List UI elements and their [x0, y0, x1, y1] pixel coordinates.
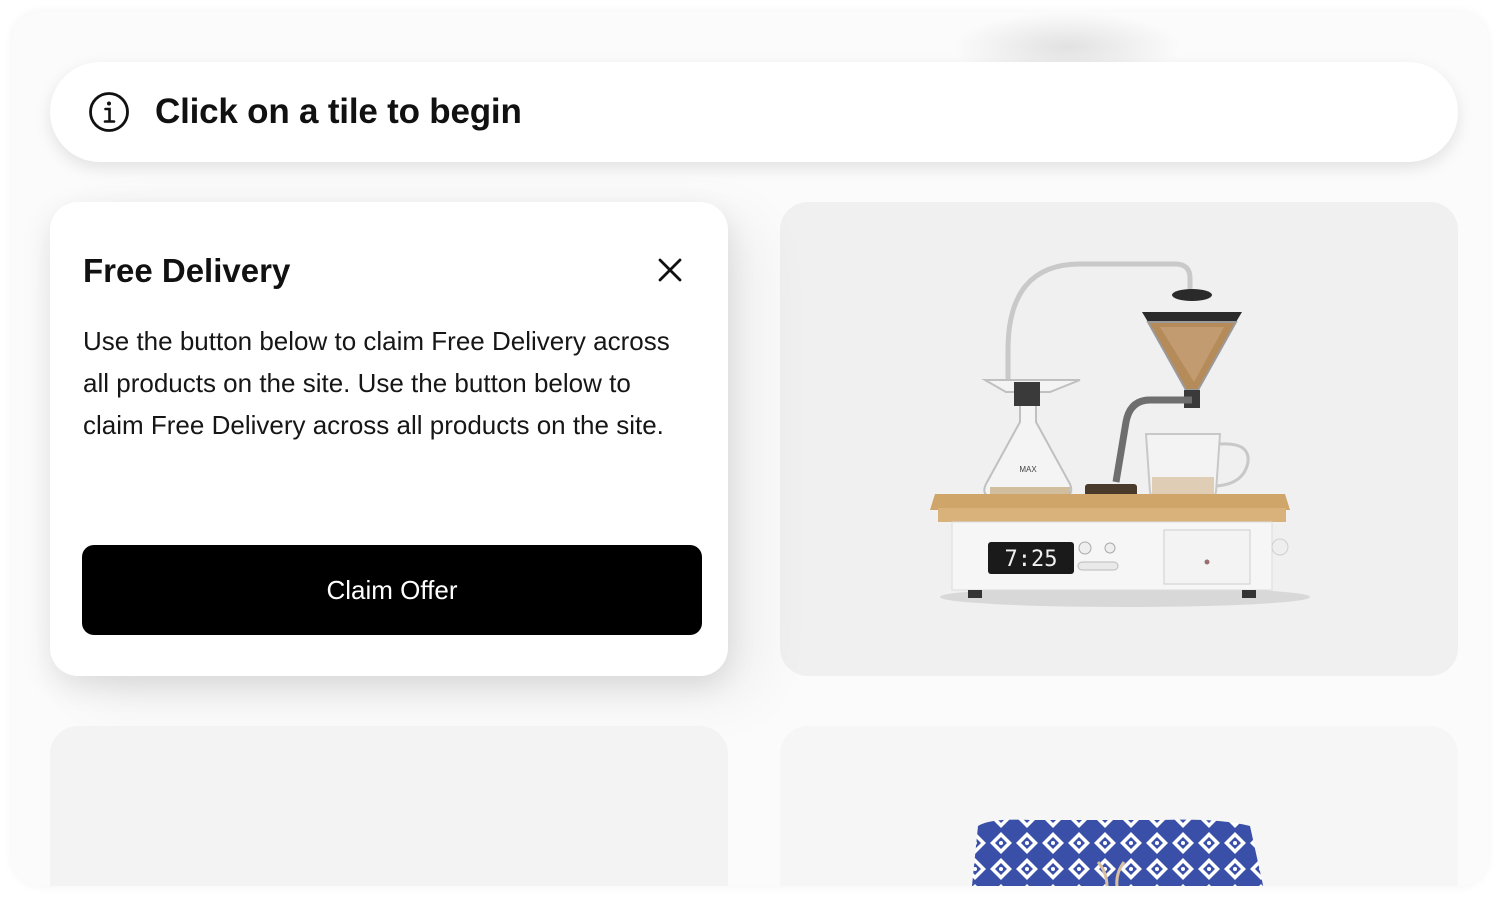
close-icon[interactable] [652, 252, 688, 288]
svg-text:MAX: MAX [1019, 465, 1037, 474]
info-icon [89, 92, 129, 132]
banner-title: Click on a tile to begin [155, 92, 522, 131]
patterned-shorts-image [972, 819, 1264, 886]
app-frame: Click on a tile to begin MAX 7:25 Free D… [12, 12, 1488, 886]
instruction-banner: Click on a tile to begin [50, 62, 1458, 162]
product-tile-shorts[interactable] [780, 726, 1458, 886]
claim-offer-button[interactable]: Claim Offer [82, 545, 702, 635]
offer-description: Use the button below to claim Free Deliv… [83, 326, 670, 440]
clock-display: 7:25 [1005, 547, 1058, 572]
product-tile-coffee[interactable]: MAX 7:25 [780, 202, 1458, 676]
offer-card: Free Delivery Use the button below to cl… [50, 202, 728, 676]
product-tile-empty[interactable] [50, 726, 728, 886]
offer-heading: Free Delivery [83, 252, 291, 289]
coffee-alarm-clock-image: MAX 7:25 [930, 261, 1310, 607]
